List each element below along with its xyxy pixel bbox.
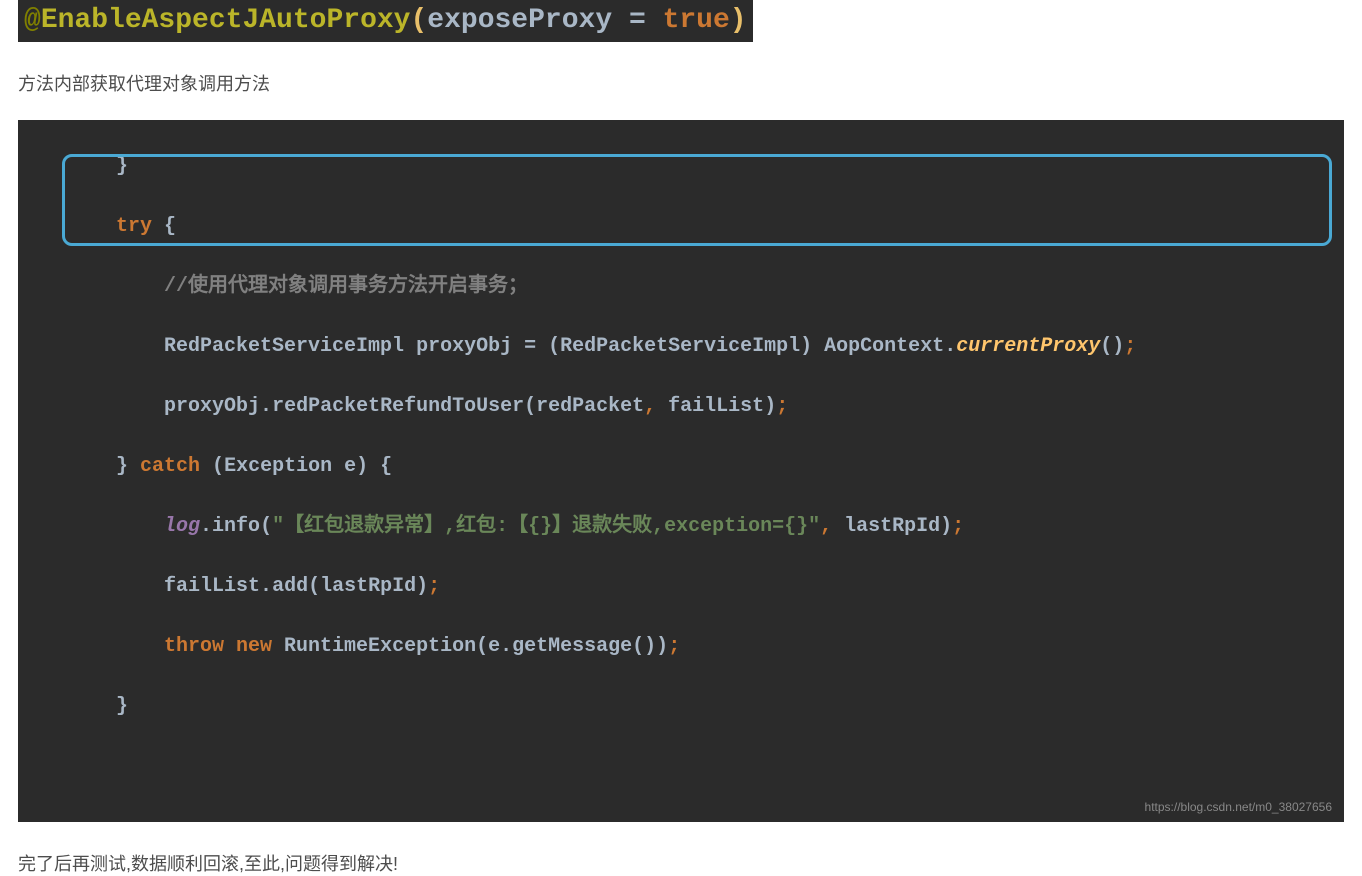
- semicolon: ;: [1124, 335, 1136, 358]
- semicolon: ;: [952, 515, 964, 538]
- dot: .: [500, 635, 512, 658]
- param-value: true: [663, 5, 730, 36]
- paren-close: ): [656, 635, 668, 658]
- paren-close: ): [764, 395, 776, 418]
- brace-open: {: [164, 215, 176, 238]
- code-comment: //使用代理对象调用事务方法开启事务；: [32, 275, 528, 298]
- paragraph-after: 完了后再测试,数据顺利回滚,至此,问题得到解决!: [18, 850, 1344, 876]
- brace-close: }: [32, 455, 140, 478]
- info-method: info: [212, 515, 260, 538]
- e-var: e: [488, 635, 500, 658]
- try-keyword: try: [32, 215, 164, 238]
- dot: .: [260, 575, 272, 598]
- param-key: exposeProxy: [427, 5, 612, 36]
- paren-close: ): [356, 455, 380, 478]
- call-parens: (): [1100, 335, 1124, 358]
- context-class: AopContext: [824, 335, 944, 358]
- at-sign: @: [24, 5, 41, 36]
- log-ref: log: [32, 515, 200, 538]
- paren-open: (: [524, 395, 536, 418]
- cast-type: RedPacketServiceImpl: [560, 335, 800, 358]
- arg1: redPacket: [536, 395, 644, 418]
- paren-close: ): [800, 335, 824, 358]
- paren-close: ): [416, 575, 428, 598]
- method-call: redPacketRefundToUser: [272, 395, 524, 418]
- add-method: add: [272, 575, 308, 598]
- dot: .: [944, 335, 956, 358]
- comma: ,: [820, 515, 844, 538]
- code-block: } try { //使用代理对象调用事务方法开启事务； RedPacketSer…: [18, 120, 1344, 822]
- type-name: RedPacketServiceImpl: [32, 335, 416, 358]
- open-paren: (: [410, 5, 427, 36]
- assign: =: [512, 335, 548, 358]
- brace-open: {: [380, 455, 392, 478]
- paragraph-before: 方法内部获取代理对象调用方法: [18, 70, 1344, 96]
- comma: ,: [644, 395, 668, 418]
- watermark-text: https://blog.csdn.net/m0_38027656: [1145, 798, 1332, 816]
- var-ref: proxyObj: [32, 395, 260, 418]
- var-name: proxyObj: [416, 335, 512, 358]
- paren-open: (: [260, 515, 272, 538]
- paren-open: (: [476, 635, 488, 658]
- log-arg: lastRpId: [844, 515, 940, 538]
- exception-var: e: [344, 455, 356, 478]
- paren-open: (: [212, 455, 224, 478]
- equals: =: [612, 5, 662, 36]
- annotation-name: EnableAspectJAutoProxy: [41, 5, 411, 36]
- semicolon: ;: [668, 635, 680, 658]
- log-string: "【红包退款异常】,红包:【{}】退款失败,exception={}": [272, 515, 820, 538]
- close-paren: ): [730, 5, 747, 36]
- getmessage-method: getMessage: [512, 635, 632, 658]
- dot: .: [260, 395, 272, 418]
- exception-type: Exception: [224, 455, 344, 478]
- runtime-exception: RuntimeException: [284, 635, 476, 658]
- catch-keyword: catch: [140, 455, 212, 478]
- brace-close: }: [32, 695, 128, 718]
- static-method: currentProxy: [956, 335, 1100, 358]
- code-brace: }: [32, 155, 128, 178]
- add-arg: lastRpId: [320, 575, 416, 598]
- throw-new: throw new: [32, 635, 284, 658]
- paren-open: (: [308, 575, 320, 598]
- semicolon: ;: [428, 575, 440, 598]
- semicolon: ;: [776, 395, 788, 418]
- dot: .: [200, 515, 212, 538]
- call-parens: (): [632, 635, 656, 658]
- annotation-code-inline: @EnableAspectJAutoProxy(exposeProxy = tr…: [18, 0, 753, 42]
- paren-close: ): [940, 515, 952, 538]
- arg2: failList: [668, 395, 764, 418]
- paren-open: (: [548, 335, 560, 358]
- faillist-ref: failList: [32, 575, 260, 598]
